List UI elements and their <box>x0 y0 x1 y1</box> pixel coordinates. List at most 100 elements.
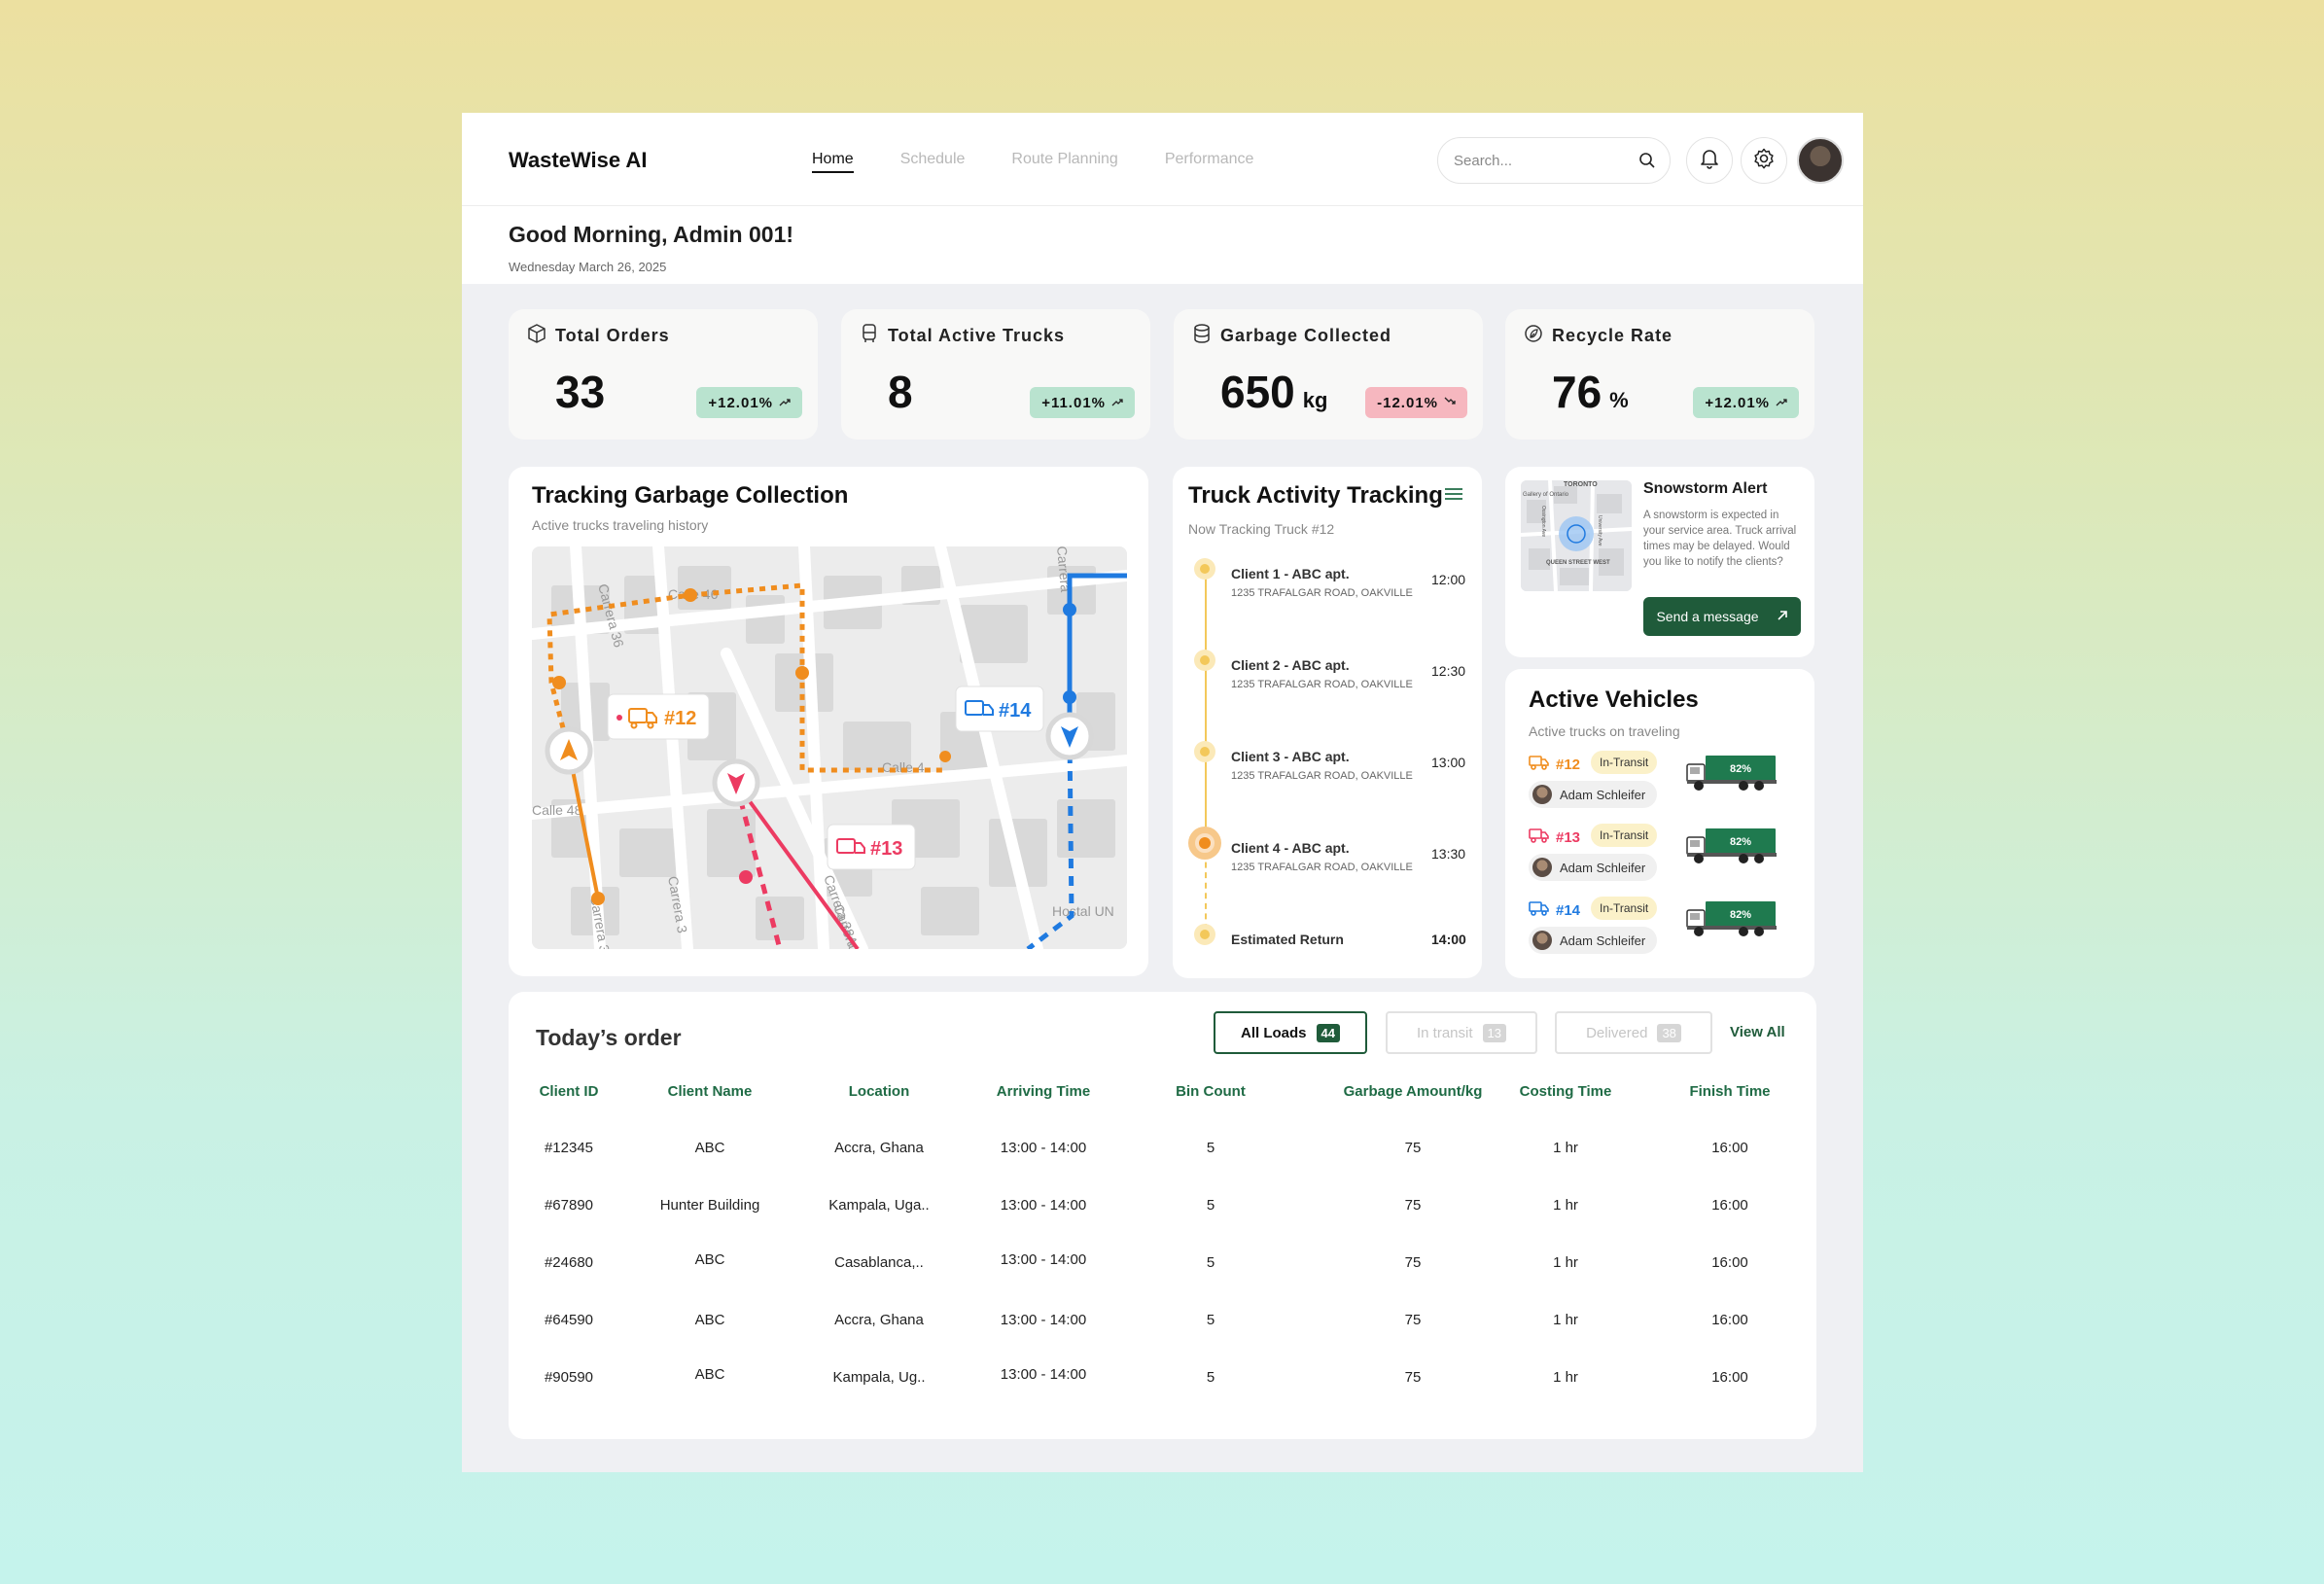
tab-all-loads[interactable]: All Loads 44 <box>1214 1011 1367 1054</box>
status-badge: In-Transit <box>1591 824 1658 847</box>
cell-garbage-amount: 75 <box>1404 1197 1422 1214</box>
tab-delivered[interactable]: Delivered 38 <box>1555 1011 1712 1054</box>
kpi-garbage-collected[interactable]: Garbage Collected 650 kg -12.01% <box>1174 309 1483 440</box>
cell-finish-time: 16:00 <box>1711 1369 1748 1386</box>
kpi-title: Garbage Collected <box>1191 323 1391 349</box>
tab-count: 38 <box>1657 1023 1681 1042</box>
activity-client-name: Client 1 - ABC apt. <box>1231 566 1350 581</box>
cell-costing-time: 1 hr <box>1553 1197 1578 1214</box>
truck-14-id: #14 <box>999 700 1032 722</box>
kpi-value-number: 650 <box>1220 367 1295 417</box>
kpi-change-badge: +11.01% <box>1030 387 1135 418</box>
cell-garbage-amount: 75 <box>1404 1369 1422 1386</box>
cell-finish-time: 16:00 <box>1711 1254 1748 1271</box>
avatar <box>1532 785 1552 804</box>
kpi-title-text: Recycle Rate <box>1552 326 1673 345</box>
activity-item[interactable]: Client 4 - ABC apt. 1235 TRAFALGAR ROAD,… <box>1231 840 1413 873</box>
kpi-recycle-rate[interactable]: Recycle Rate 76% +12.01% <box>1505 309 1814 440</box>
kpi-total-orders[interactable]: Total Orders 33 +12.01% <box>509 309 818 440</box>
cell-client-id: #64590 <box>544 1312 594 1328</box>
main-nav: Home Schedule Route Planning Performance <box>812 151 1253 173</box>
vehicle-id-text: #12 <box>1556 756 1581 773</box>
nav-route-planning[interactable]: Route Planning <box>1011 151 1117 173</box>
bus-icon <box>859 323 880 349</box>
nav-schedule[interactable]: Schedule <box>900 151 966 173</box>
menu-icon[interactable] <box>1444 486 1463 507</box>
estimated-return-time: 14:00 <box>1431 932 1466 947</box>
brand-logo[interactable]: WasteWise AI <box>509 148 647 173</box>
search-input[interactable] <box>1454 152 1629 169</box>
truck-14-marker[interactable] <box>1045 712 1094 760</box>
truck-14-label[interactable]: #14 <box>955 686 1044 732</box>
load-percentage: 82% <box>1730 836 1751 848</box>
cell-bin-count: 5 <box>1206 1197 1215 1214</box>
kpi-change-badge: +12.01% <box>1693 387 1799 418</box>
avatar <box>1532 858 1552 877</box>
truck-icon <box>1529 900 1550 920</box>
send-message-button[interactable]: Send a message <box>1643 597 1801 636</box>
cell-client-name: ABC <box>694 1140 725 1156</box>
timeline-line-pending <box>1205 852 1207 930</box>
activity-item[interactable]: Client 1 - ABC apt. 1235 TRAFALGAR ROAD,… <box>1231 566 1413 599</box>
arrow-up-right-icon <box>1777 609 1788 624</box>
gear-icon <box>1752 147 1776 175</box>
cell-arriving-time: 13:00 - 14:00 <box>1000 1197 1087 1214</box>
notification-button[interactable] <box>1686 137 1733 184</box>
cell-garbage-amount: 75 <box>1404 1254 1422 1271</box>
user-avatar[interactable] <box>1797 137 1844 184</box>
nav-home[interactable]: Home <box>812 151 854 173</box>
trend-up-icon <box>1111 395 1123 411</box>
kpi-value-number: 76 <box>1552 367 1602 417</box>
column-header-client-name[interactable]: Client Name <box>647 1083 773 1100</box>
greeting-title: Good Morning, Admin 001! <box>509 222 794 247</box>
driver-name: Adam Schleifer <box>1560 933 1646 948</box>
alert-text: A snowstorm is expected in your service … <box>1643 510 1797 568</box>
column-header-location[interactable]: Location <box>806 1083 952 1100</box>
column-header-bin-count[interactable]: Bin Count <box>1162 1083 1259 1100</box>
database-icon <box>1191 323 1213 349</box>
truck-12-marker[interactable] <box>545 726 593 775</box>
cell-bin-count: 5 <box>1206 1312 1215 1328</box>
tab-in-transit[interactable]: In transit 13 <box>1386 1011 1537 1054</box>
driver-name: Adam Schleifer <box>1560 860 1646 875</box>
tracking-map[interactable]: Carrera 36 Calle 46 Calle 4 Calle 48 Car… <box>532 546 1127 949</box>
activity-item[interactable]: Client 3 - ABC apt. 1235 TRAFALGAR ROAD,… <box>1231 749 1413 782</box>
truck-13-id: #13 <box>870 838 902 860</box>
kpi-title: Recycle Rate <box>1523 323 1673 349</box>
kpi-active-trucks[interactable]: Total Active Trucks 8 +11.01% <box>841 309 1150 440</box>
dashboard-frame: WasteWise AI Home Schedule Route Plannin… <box>462 113 1863 1472</box>
column-header-client-id[interactable]: Client ID <box>520 1083 617 1100</box>
column-header-costing-time[interactable]: Costing Time <box>1502 1083 1629 1100</box>
cell-location: Accra, Ghana <box>834 1140 924 1156</box>
status-badge: In-Transit <box>1591 897 1658 920</box>
tab-count: 44 <box>1316 1023 1340 1042</box>
truck-13-marker[interactable] <box>712 758 760 807</box>
settings-button[interactable] <box>1741 137 1787 184</box>
truck-activity-card: Truck Activity Tracking Now Tracking Tru… <box>1173 467 1482 978</box>
activity-address: 1235 TRAFALGAR ROAD, OAKVILLE <box>1231 770 1413 782</box>
view-all-link[interactable]: View All <box>1730 1024 1785 1040</box>
alert-map[interactable]: TORONTO Gallery of Ontario QUEEN STREET … <box>1521 480 1632 591</box>
kpi-change-text: -12.01% <box>1377 394 1438 411</box>
driver-chip: Adam Schleifer <box>1529 781 1658 808</box>
street-label: Hostal UN <box>1052 903 1114 919</box>
nav-performance[interactable]: Performance <box>1165 151 1254 173</box>
search-icon[interactable] <box>1638 152 1656 174</box>
vehicle-row[interactable]: #12 In-Transit Adam Schleifer 82% <box>1529 751 1801 823</box>
cell-client-name: Hunter Building <box>659 1197 760 1214</box>
cell-arriving-time: 13:00 - 14:00 <box>1000 1366 1087 1383</box>
box-icon <box>526 323 547 349</box>
kpi-value: 8 <box>888 366 913 418</box>
activity-client-name: Client 3 - ABC apt. <box>1231 749 1350 764</box>
column-header-garbage-amount[interactable]: Garbage Amount/kg <box>1316 1083 1510 1100</box>
column-header-arriving-time[interactable]: Arriving Time <box>970 1083 1116 1100</box>
top-bar: WasteWise AI Home Schedule Route Plannin… <box>462 113 1863 206</box>
vehicle-row[interactable]: #13 In-Transit Adam Schleifer 82% <box>1529 824 1801 896</box>
vehicle-row[interactable]: #14 In-Transit Adam Schleifer 82% <box>1529 897 1801 968</box>
column-header-finish-time[interactable]: Finish Time <box>1672 1083 1788 1100</box>
estimated-return: Estimated Return <box>1231 932 1344 947</box>
activity-item[interactable]: Client 2 - ABC apt. 1235 TRAFALGAR ROAD,… <box>1231 657 1413 690</box>
truck-13-label[interactable]: #13 <box>827 824 916 870</box>
cell-costing-time: 1 hr <box>1553 1369 1578 1386</box>
truck-12-label[interactable]: #12 <box>607 693 710 740</box>
